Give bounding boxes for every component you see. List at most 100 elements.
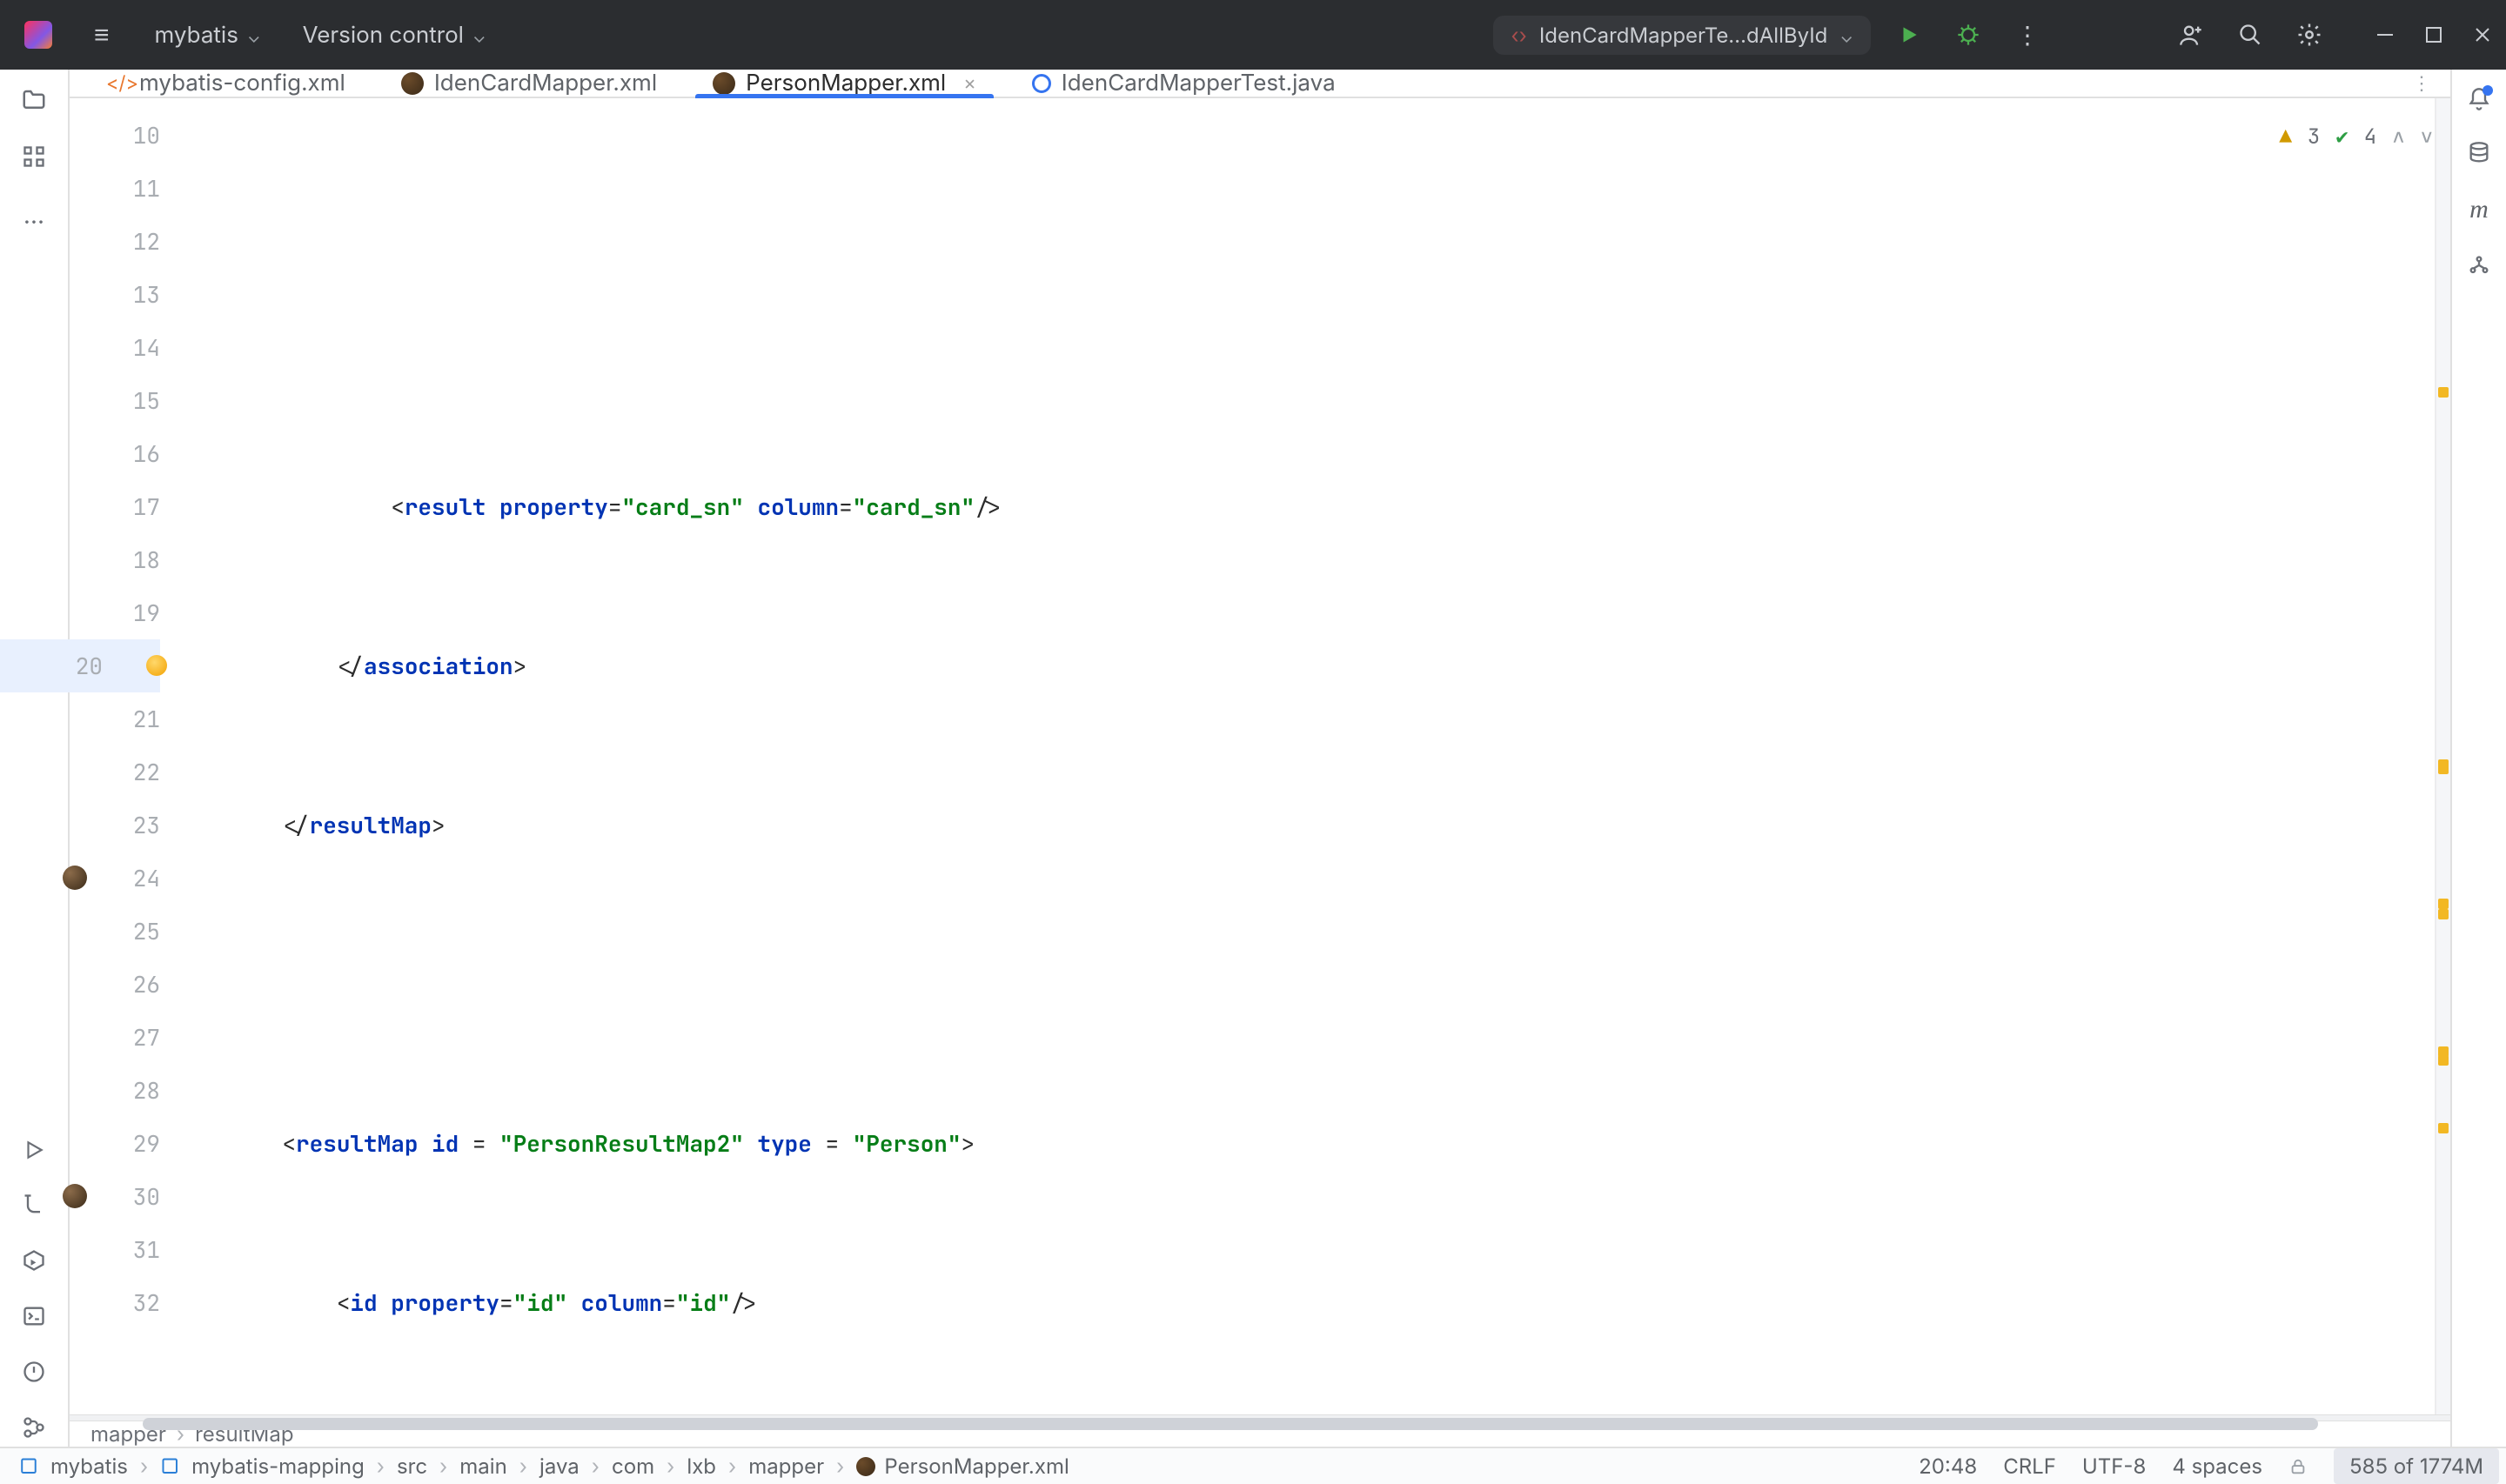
- beans-toolwindow-button[interactable]: [2467, 254, 2491, 278]
- chevron-right-icon: ›: [725, 1454, 740, 1479]
- gutter-line-number: 16: [70, 427, 160, 480]
- code-line: <resultMap id = "PersonResultMap2" type …: [218, 1117, 2450, 1170]
- left-tool-strip: …: [0, 70, 70, 1447]
- vcs-toolwindow-button[interactable]: [22, 1415, 46, 1440]
- problems-toolwindow-button[interactable]: [22, 1360, 46, 1384]
- run-toolwindow-button[interactable]: [23, 1139, 45, 1161]
- status-line-separator[interactable]: CRLF: [2003, 1454, 2056, 1479]
- vcs-selector[interactable]: Version control ⌄: [291, 22, 499, 49]
- database-toolwindow-button[interactable]: [2467, 141, 2491, 165]
- status-memory[interactable]: 585 of 1774M: [2334, 1448, 2499, 1484]
- chevron-down-icon[interactable]: ∨: [2421, 110, 2433, 164]
- error-stripe-marker[interactable]: [2438, 387, 2449, 398]
- chevron-right-icon: ›: [436, 1454, 451, 1479]
- terminal-toolwindow-button[interactable]: [22, 1304, 46, 1328]
- tab-personmapper[interactable]: PersonMapper.xml ×: [685, 70, 1004, 97]
- nav-item[interactable]: src: [397, 1454, 427, 1479]
- mybatis-navigate-icon[interactable]: [63, 866, 87, 890]
- nav-item[interactable]: main: [459, 1454, 507, 1479]
- structure-toolwindow-button[interactable]: [22, 144, 46, 169]
- gutter-line-number: 22: [70, 745, 160, 799]
- nav-item[interactable]: java: [539, 1454, 580, 1479]
- status-indent[interactable]: 4 spaces: [2172, 1454, 2262, 1479]
- mybatis-file-icon: [713, 72, 735, 95]
- editor-horizontal-scrollbar[interactable]: [70, 1414, 2450, 1420]
- tab-overflow-button[interactable]: ⋮: [2393, 70, 2450, 97]
- more-actions-button[interactable]: ⋮: [2007, 14, 2048, 56]
- maven-toolwindow-button[interactable]: m: [2469, 195, 2489, 224]
- right-tool-strip: m: [2450, 70, 2506, 1447]
- project-selector[interactable]: mybatis ⌄: [143, 22, 273, 49]
- run-button[interactable]: [1888, 14, 1930, 56]
- error-stripe-marker[interactable]: [2438, 1123, 2449, 1133]
- settings-button[interactable]: [2288, 14, 2330, 56]
- chevron-down-icon: ⌄: [1839, 26, 1853, 47]
- code-with-me-button[interactable]: [2170, 14, 2212, 56]
- chevron-up-icon[interactable]: ∧: [2392, 110, 2404, 164]
- nav-item[interactable]: mybatis-mapping: [191, 1454, 365, 1479]
- notifications-button[interactable]: [2467, 87, 2491, 111]
- chevron-right-icon: ›: [516, 1454, 531, 1479]
- xml-file-icon: </>: [106, 72, 129, 95]
- window-minimize-button[interactable]: [2374, 25, 2396, 44]
- error-stripe-marker[interactable]: [2438, 764, 2449, 774]
- build-toolwindow-button[interactable]: [22, 1193, 46, 1217]
- error-stripe-marker[interactable]: [2438, 1055, 2449, 1066]
- mybatis-navigate-icon[interactable]: [63, 1184, 87, 1208]
- gutter-line-number: 31: [70, 1223, 160, 1276]
- mybatis-file-icon: [856, 1457, 875, 1476]
- error-stripe-marker[interactable]: [2438, 909, 2449, 919]
- run-config-selector[interactable]: ‹› IdenCardMapperTe…dAllById ⌄: [1493, 16, 1871, 55]
- gutter-line-number: 26: [70, 958, 160, 1011]
- main-menu-button[interactable]: ≡: [78, 19, 125, 50]
- gutter-line-number: 17: [70, 480, 160, 533]
- nav-item[interactable]: mapper: [748, 1454, 824, 1479]
- nav-item[interactable]: lxb: [687, 1454, 716, 1479]
- project-name: mybatis: [155, 22, 238, 49]
- status-encoding[interactable]: UTF-8: [2082, 1454, 2146, 1479]
- editor-code[interactable]: ▲3 ✔4 ∧ ∨ <result property="card_sn" col…: [218, 98, 2450, 1414]
- services-toolwindow-button[interactable]: [22, 1248, 46, 1273]
- chevron-down-icon: ⌄: [472, 26, 486, 47]
- project-toolwindow-button[interactable]: [21, 87, 47, 113]
- warning-count: 3: [2308, 110, 2320, 164]
- java-file-icon: [1032, 74, 1051, 93]
- chevron-down-icon: ⌄: [247, 26, 261, 47]
- tab-idencardmapper[interactable]: IdenCardMapper.xml: [373, 70, 685, 97]
- gutter-line-number: 21: [70, 692, 160, 745]
- code-line: </resultMap>: [218, 799, 2450, 852]
- gutter-line-number: 20: [0, 639, 160, 692]
- error-stripe-marker[interactable]: [2438, 899, 2449, 909]
- nav-item[interactable]: mybatis: [50, 1454, 128, 1479]
- code-line: </association>: [218, 639, 2450, 692]
- error-stripe[interactable]: [2435, 98, 2450, 1414]
- debug-button[interactable]: [1947, 14, 1989, 56]
- gutter-line-number: 23: [70, 799, 160, 852]
- gutter-line-number: 11: [70, 162, 160, 215]
- weak-warning-icon: ✔: [2335, 110, 2348, 164]
- search-everywhere-button[interactable]: [2229, 14, 2271, 56]
- status-caret-position[interactable]: 20:48: [1919, 1454, 1977, 1479]
- window-close-button[interactable]: [2471, 25, 2494, 44]
- nav-item[interactable]: PersonMapper.xml: [884, 1454, 1069, 1479]
- readonly-lock-icon[interactable]: [2288, 1457, 2308, 1476]
- editor[interactable]: 1011121314151617181920212223242526272829…: [70, 98, 2450, 1414]
- window-maximize-button[interactable]: [2422, 25, 2445, 44]
- app-logo-icon: [24, 21, 52, 49]
- gutter-line-number: 13: [70, 268, 160, 321]
- close-tab-icon[interactable]: ×: [963, 72, 976, 95]
- module-icon: ▢: [19, 1454, 38, 1479]
- scrollbar-thumb[interactable]: [143, 1418, 2318, 1430]
- gutter-line-number: 14: [70, 321, 160, 374]
- tab-label: IdenCardMapper.xml: [434, 70, 657, 97]
- gutter-line-number: 10: [70, 109, 160, 162]
- inspection-widget[interactable]: ▲3 ✔4 ∧ ∨: [2275, 107, 2438, 167]
- more-toolwindows-button[interactable]: …: [23, 200, 44, 230]
- tab-mybatis-config[interactable]: </> mybatis-config.xml: [78, 70, 373, 97]
- intention-bulb-icon[interactable]: [146, 655, 167, 676]
- chevron-right-icon: ›: [373, 1454, 388, 1479]
- tab-idencardmappertest[interactable]: IdenCardMapperTest.java: [1004, 70, 1364, 97]
- tab-label: IdenCardMapperTest.java: [1062, 70, 1336, 97]
- nav-item[interactable]: com: [612, 1454, 654, 1479]
- runconfig-icon: ‹›: [1511, 23, 1526, 48]
